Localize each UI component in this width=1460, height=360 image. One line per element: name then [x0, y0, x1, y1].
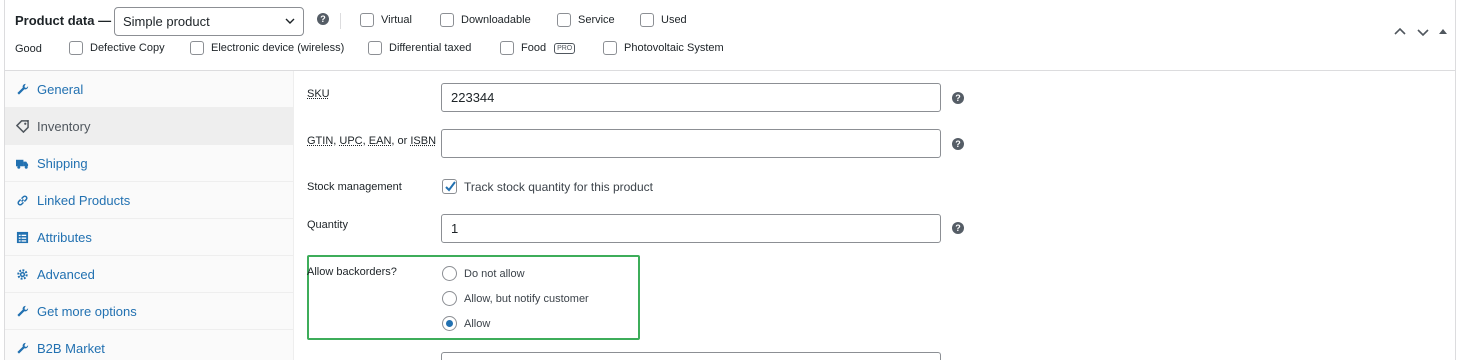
quantity-value: 1	[451, 221, 458, 236]
sku-input[interactable]: 223344	[441, 83, 941, 112]
electronic-device-label: Electronic device (wireless)	[211, 42, 344, 54]
link-icon	[15, 193, 29, 207]
tab-general-label: General	[37, 82, 83, 97]
service-checkbox[interactable]	[557, 13, 571, 27]
downloadable-label: Downloadable	[461, 14, 531, 26]
chevron-down-icon	[285, 16, 295, 26]
electronic-device-checkbox[interactable]	[190, 41, 204, 55]
virtual-option[interactable]: Virtual	[360, 13, 412, 27]
defective-copy-checkbox[interactable]	[69, 41, 83, 55]
defective-copy-label: Defective Copy	[90, 42, 165, 54]
gear-icon	[15, 267, 29, 281]
tag-icon	[15, 119, 29, 133]
tab-linked-products-label: Linked Products	[37, 193, 130, 208]
help-icon[interactable]: ?	[952, 222, 964, 234]
defective-copy-option[interactable]: Defective Copy	[69, 41, 165, 55]
list-icon	[15, 230, 29, 244]
backorder-option-label: Allow	[464, 318, 490, 330]
divider	[340, 13, 341, 29]
quantity-input[interactable]: 1	[441, 214, 941, 243]
sku-label: SKU	[307, 88, 330, 100]
triangle-up-icon[interactable]	[1438, 26, 1448, 38]
good-label: Good	[15, 43, 42, 55]
tab-general[interactable]: General	[5, 71, 294, 108]
tab-attributes[interactable]: Attributes	[5, 219, 294, 256]
chevron-down-icon[interactable]	[1416, 26, 1430, 38]
tab-b2b-market-label: B2B Market	[37, 341, 105, 356]
food-option[interactable]: Food PRO	[500, 41, 575, 55]
backorder-option-do-not-allow[interactable]: Do not allow	[442, 266, 525, 281]
tab-inventory[interactable]: Inventory	[5, 108, 294, 145]
tab-attributes-label: Attributes	[37, 230, 92, 245]
help-icon[interactable]: ?	[952, 92, 964, 104]
electronic-device-option[interactable]: Electronic device (wireless)	[190, 41, 344, 55]
photovoltaic-option[interactable]: Photovoltaic System	[603, 41, 724, 55]
product-data-header: Product data — Simple product ? Virtual …	[5, 0, 1455, 71]
sku-value: 223344	[451, 90, 494, 105]
stock-management-label: Stock management	[307, 181, 402, 193]
backorder-option-label: Allow, but notify customer	[464, 293, 589, 305]
quantity-label: Quantity	[307, 219, 348, 231]
downloadable-option[interactable]: Downloadable	[440, 13, 531, 27]
used-option[interactable]: Used	[640, 13, 687, 27]
tab-b2b-market[interactable]: B2B Market	[5, 330, 294, 360]
photovoltaic-label: Photovoltaic System	[624, 42, 724, 54]
backorder-option-notify[interactable]: Allow, but notify customer	[442, 291, 589, 306]
tab-shipping[interactable]: Shipping	[5, 145, 294, 182]
product-data-title: Product data —	[15, 13, 111, 28]
used-label: Used	[661, 14, 687, 26]
food-checkbox[interactable]	[500, 41, 514, 55]
gtin-label: GTIN, UPC, EAN, or ISBN	[307, 135, 436, 147]
tab-advanced[interactable]: Advanced	[5, 256, 294, 293]
track-stock-checkbox[interactable]	[442, 179, 457, 194]
radio-allow[interactable]	[442, 316, 457, 331]
pro-badge: PRO	[554, 43, 575, 54]
gtin-input[interactable]	[441, 129, 941, 158]
help-icon[interactable]: ?	[952, 138, 964, 150]
service-option[interactable]: Service	[557, 13, 615, 27]
help-icon[interactable]: ?	[317, 13, 329, 25]
backorder-option-allow[interactable]: Allow	[442, 316, 490, 331]
tab-get-more-options-label: Get more options	[37, 304, 137, 319]
wrench-icon	[15, 304, 29, 318]
radio-notify[interactable]	[442, 291, 457, 306]
low-stock-input[interactable]	[441, 352, 941, 360]
allow-backorders-label: Allow backorders?	[307, 266, 397, 278]
food-label: Food	[521, 42, 546, 54]
product-data-tabs: General Inventory Shipping Linked Produc…	[5, 71, 294, 360]
tab-inventory-label: Inventory	[37, 119, 90, 134]
tab-linked-products[interactable]: Linked Products	[5, 182, 294, 219]
virtual-checkbox[interactable]	[360, 13, 374, 27]
backorder-option-label: Do not allow	[464, 268, 525, 280]
truck-icon	[15, 156, 29, 170]
tab-advanced-label: Advanced	[37, 267, 95, 282]
virtual-label: Virtual	[381, 14, 412, 26]
used-checkbox[interactable]	[640, 13, 654, 27]
tab-shipping-label: Shipping	[37, 156, 88, 171]
product-type-value: Simple product	[123, 14, 210, 29]
tab-get-more-options[interactable]: Get more options	[5, 293, 294, 330]
track-stock-label: Track stock quantity for this product	[464, 180, 653, 194]
product-type-select[interactable]: Simple product	[114, 7, 304, 36]
wrench-icon	[15, 82, 29, 96]
differential-taxed-label: Differential taxed	[389, 42, 471, 54]
chevron-up-icon[interactable]	[1393, 26, 1407, 38]
differential-taxed-checkbox[interactable]	[368, 41, 382, 55]
photovoltaic-checkbox[interactable]	[603, 41, 617, 55]
product-data-panel: Product data — Simple product ? Virtual …	[4, 0, 1456, 360]
downloadable-checkbox[interactable]	[440, 13, 454, 27]
radio-do-not-allow[interactable]	[442, 266, 457, 281]
track-stock-option[interactable]: Track stock quantity for this product	[442, 179, 653, 194]
checkmark-icon	[444, 179, 457, 194]
wrench-icon	[15, 341, 29, 355]
service-label: Service	[578, 14, 615, 26]
differential-taxed-option[interactable]: Differential taxed	[368, 41, 471, 55]
